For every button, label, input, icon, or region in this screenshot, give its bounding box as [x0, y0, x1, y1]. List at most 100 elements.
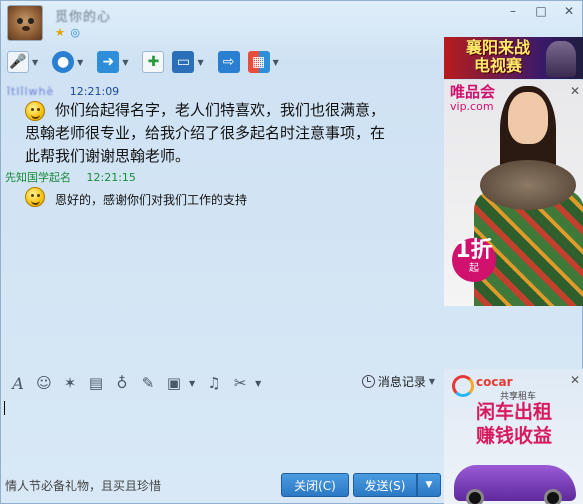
image-button[interactable]: ▣: [163, 372, 185, 394]
contact-name[interactable]: 觅你的心: [55, 6, 111, 25]
apps-icon: ▦: [247, 51, 270, 73]
message-line: 恩好的，感谢你们对我们工作的支持: [55, 193, 248, 207]
send-options-button[interactable]: ▼: [417, 473, 441, 497]
status-icons: ★ ◎: [55, 26, 80, 39]
cocar-ad[interactable]: cocar 共享租车 ✕ 闲车出租 赚钱收益: [444, 369, 583, 504]
vip-logo: 唯品会: [450, 83, 496, 101]
model-fur-collar: [480, 160, 576, 210]
add-chat-button[interactable]: ✚: [140, 48, 166, 76]
share-screen-button[interactable]: ⇨: [216, 48, 242, 76]
bottom-bar: 情人节必备礼物，且买且珍惜 关闭(C) 发送(S) ▼: [1, 469, 443, 504]
message-time: 12:21:15: [86, 171, 136, 184]
video-message-button[interactable]: ▤: [85, 372, 107, 394]
cocar-slogan: 赚钱收益: [475, 425, 552, 447]
message-line: 你们给起得名字，老人们特喜欢，我们也很满意，: [55, 101, 386, 119]
message-line: 思翰老师很专业，给我介绍了很多起名时注意事项，在: [25, 124, 386, 142]
music-button[interactable]: ♫: [203, 372, 225, 394]
message-header: ǐtlǐlwhè 12:21:09: [7, 85, 119, 98]
magic-wand-icon: ✶: [63, 374, 77, 392]
message-time: 12:21:09: [69, 85, 120, 98]
font-button[interactable]: A: [7, 372, 29, 394]
image-icon: ▣: [166, 374, 182, 392]
car-wheel: [544, 489, 562, 504]
edit-icon: ✎: [141, 374, 155, 392]
chevron-down-icon[interactable]: ▼: [255, 379, 261, 388]
discount-badge: 1折 起: [452, 238, 496, 282]
edit-button[interactable]: ✎: [137, 372, 159, 394]
badge-text: 起: [469, 263, 479, 274]
smile-emoji-icon: [25, 187, 45, 207]
music-icon: ♫: [207, 374, 221, 392]
close-ad-button[interactable]: ✕: [570, 373, 580, 387]
message-header: 先知国学起名 12:21:15: [5, 169, 136, 185]
maximize-button[interactable]: □: [530, 3, 552, 19]
avatar-eye: [17, 18, 23, 24]
vip-ad[interactable]: 唯品会 vip.com ✕ 1折 起: [444, 80, 583, 306]
top-banner-ad[interactable]: 襄阳来战 电视赛: [444, 37, 583, 79]
vip-domain: vip.com: [450, 100, 494, 113]
send-button[interactable]: 发送(S): [353, 473, 417, 497]
chevron-down-icon[interactable]: ▼: [77, 58, 83, 67]
banner-ad-line: 襄阳来战: [465, 38, 530, 57]
message-sender[interactable]: 先知国学起名: [5, 171, 71, 184]
car-wheel: [466, 489, 484, 504]
chat-window: 觅你的心 ★ ◎ – □ ✕ 🎤 ▼ ● ▼ ➜ ▼ ✚ ▭ ▼ ⇨ ▦ ▼ ǐ…: [0, 0, 583, 504]
close-button[interactable]: 关闭(C): [281, 473, 349, 497]
banner-ad-text: 襄阳来战 电视赛: [458, 39, 538, 75]
microphone-icon: ♁: [116, 374, 128, 392]
magic-button[interactable]: ✶: [59, 372, 81, 394]
remote-desktop-icon: ▭: [172, 51, 195, 73]
minimize-button[interactable]: –: [502, 3, 524, 19]
window-controls: – □ ✕: [502, 3, 580, 19]
chevron-down-icon[interactable]: ▼: [189, 379, 195, 388]
file-transfer-button[interactable]: ➜ ▼: [95, 48, 136, 76]
add-chat-icon: ✚: [142, 51, 165, 73]
microphone-icon: 🎤: [7, 51, 29, 73]
close-window-button[interactable]: ✕: [558, 3, 580, 19]
video-call-icon: ●: [52, 51, 75, 73]
avatar-eye: [28, 18, 34, 24]
message-area[interactable]: ǐtlǐlwhè 12:21:09 你们给起得名字，老人们特喜欢，我们也很满意，…: [1, 79, 443, 369]
status-swirl-icon[interactable]: ◎: [70, 26, 80, 39]
chevron-down-icon[interactable]: ▼: [273, 58, 279, 67]
cocar-logo: cocar: [476, 375, 513, 389]
message-input[interactable]: [1, 397, 443, 469]
grin-emoji-icon: [25, 101, 45, 121]
voice-message-button[interactable]: ♁: [111, 372, 133, 394]
scissors-icon: ✂: [233, 374, 247, 392]
file-transfer-icon: ➜: [97, 51, 120, 73]
warrior-figure: [546, 41, 576, 77]
chevron-down-icon: ▼: [425, 480, 433, 490]
voice-call-button[interactable]: 🎤 ▼: [5, 48, 46, 76]
film-icon: ▤: [88, 374, 104, 392]
apps-button[interactable]: ▦ ▼: [246, 48, 287, 76]
message-sender[interactable]: ǐtlǐlwhè: [7, 85, 54, 98]
smiley-icon: ☺: [36, 374, 52, 392]
model-face: [508, 92, 548, 144]
cocar-slogan: 闲车出租: [475, 401, 552, 423]
emoji-button[interactable]: ☺: [33, 372, 55, 394]
screenshot-button[interactable]: ✂: [229, 372, 251, 394]
tip-link[interactable]: 情人节必备礼物，且买且珍惜: [5, 477, 161, 494]
avatar[interactable]: [7, 5, 43, 41]
star-icon[interactable]: ★: [55, 26, 65, 39]
close-ad-button[interactable]: ✕: [570, 84, 580, 98]
history-button[interactable]: 消息记录 ▼: [361, 373, 439, 390]
cocar-logo-icon: [452, 375, 474, 397]
text-caret: [4, 401, 5, 415]
banner-ad-line: 电视赛: [473, 56, 522, 75]
history-label: 消息记录: [377, 375, 426, 389]
chevron-down-icon[interactable]: ▼: [122, 58, 128, 67]
message-line: 此帮我们谢谢思翰老师。: [25, 147, 191, 165]
avatar-nose: [22, 26, 30, 31]
input-toolbar: A ☺ ✶ ▤ ♁ ✎ ▣ ▼ ♫ ✂ ▼ 消息记录 ▼: [1, 369, 443, 397]
clock-icon: [361, 375, 375, 388]
remote-desktop-button[interactable]: ▭ ▼: [170, 48, 211, 76]
chevron-down-icon[interactable]: ▼: [197, 58, 203, 67]
video-call-button[interactable]: ● ▼: [50, 48, 91, 76]
chevron-down-icon[interactable]: ▼: [32, 58, 38, 67]
share-screen-icon: ⇨: [217, 51, 240, 73]
chevron-down-icon: ▼: [428, 377, 435, 386]
chat-toolbar: 🎤 ▼ ● ▼ ➜ ▼ ✚ ▭ ▼ ⇨ ▦ ▼: [5, 47, 287, 77]
badge-number: 1折: [455, 238, 493, 263]
